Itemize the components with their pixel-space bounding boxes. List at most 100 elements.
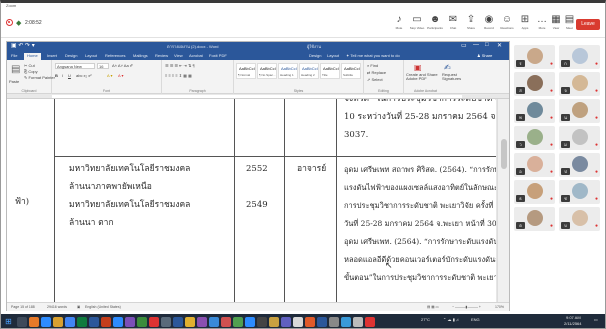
tab-references[interactable]: References	[105, 53, 125, 58]
taskbar-app-icon[interactable]	[233, 317, 243, 327]
font-color-icon[interactable]: A ▾	[118, 73, 124, 78]
font-size-select[interactable]: 16	[97, 63, 109, 69]
taskbar-app-icon[interactable]	[281, 317, 291, 327]
align-icons[interactable]: ≡ ≡ ≡ ≡ ⇕ ▦ ▦	[165, 73, 192, 78]
powerpoint-icon[interactable]	[101, 317, 111, 327]
tab-mailings[interactable]: Mailings	[133, 53, 148, 58]
view-mode-icons[interactable]: ▤ ▦ ▭	[427, 305, 439, 309]
tab-table-layout[interactable]: Layout	[327, 53, 339, 58]
taskbar-app-icon[interactable]	[29, 317, 39, 327]
share-button[interactable]: ♟ Share	[477, 53, 492, 58]
tell-me-search[interactable]: ✦ Tell me what you want to do	[346, 53, 400, 58]
select-button[interactable]: ➚ Select	[367, 77, 383, 82]
strikethrough-button[interactable]: abc x₂ x²	[76, 73, 92, 78]
tab-review[interactable]: Review	[155, 53, 168, 58]
leave-button[interactable]: Leave	[576, 19, 600, 30]
tab-file[interactable]: File	[11, 53, 17, 58]
taskbar-app-icon[interactable]	[125, 317, 135, 327]
taskbar-app-icon[interactable]	[221, 317, 231, 327]
tab-insert[interactable]: Insert	[47, 53, 57, 58]
underline-button[interactable]: U	[68, 73, 71, 78]
participant-tile[interactable]: ส ●	[514, 72, 555, 96]
participant-tile[interactable]: ต ●	[514, 207, 555, 231]
participant-tile[interactable]: พ ●	[514, 99, 555, 123]
taskbar-app-icon[interactable]	[353, 317, 363, 327]
chrome-icon[interactable]	[65, 317, 75, 327]
taskbar-app-icon[interactable]	[365, 317, 375, 327]
paste-icon[interactable]: ▤	[11, 64, 20, 75]
document-page[interactable]: จังหวัด “ในการประชุมวิชาการระดับชาติ ครั…	[7, 99, 496, 302]
clock-time[interactable]: 9:07 AM	[566, 315, 581, 320]
tab-foxit-pdf[interactable]: Foxit PDF	[209, 53, 227, 58]
participant-tile[interactable]: ร ●	[514, 45, 555, 69]
taskbar-app-icon[interactable]	[329, 317, 339, 327]
excel-icon[interactable]	[77, 317, 87, 327]
clock-date[interactable]: 2/11/2564	[564, 321, 582, 326]
taskbar-app-icon[interactable]	[245, 317, 255, 327]
minimize-icon[interactable]: —	[473, 42, 479, 48]
zoom-slider[interactable]: − ———▮——— +	[452, 305, 481, 309]
word-icon[interactable]	[89, 317, 99, 327]
tab-home[interactable]: Home	[24, 53, 41, 60]
paste-button[interactable]: Paste	[9, 79, 19, 84]
page-count[interactable]: Page 15 of 188	[11, 305, 35, 309]
taskbar-app-icon[interactable]	[161, 317, 171, 327]
participant-tile[interactable]: ธ ●	[514, 180, 555, 204]
font-size-grow-icon[interactable]: A˄ A˅ Aa ✐	[112, 63, 133, 68]
tab-acrobat[interactable]: Acrobat	[189, 53, 203, 58]
italic-button[interactable]: I	[62, 73, 63, 78]
pdf-icon[interactable]	[149, 317, 159, 327]
cut-button[interactable]: ✂ Cut	[24, 63, 35, 68]
participant-tile[interactable]: อ ●	[514, 153, 555, 177]
highlight-color-icon[interactable]: A ▾	[107, 73, 113, 78]
language-indicator[interactable]: English (United States)	[85, 305, 121, 309]
folder-icon[interactable]	[53, 317, 63, 327]
request-signatures-button[interactable]: Request Signatures	[442, 73, 468, 81]
quick-access-toolbar[interactable]: ▣ ↶ ↷ ▾	[11, 42, 35, 49]
style-title[interactable]: AaBbCcI Title	[320, 63, 340, 79]
windows-start-icon[interactable]: ⊞	[5, 317, 12, 326]
close-icon[interactable]: ✕	[497, 42, 502, 49]
style-no-spacing[interactable]: AaBbCcI ¶ No Spac...	[257, 63, 277, 79]
taskbar-app-icon[interactable]	[257, 317, 267, 327]
taskbar-app-icon[interactable]	[305, 317, 315, 327]
taskbar-app-icon[interactable]	[41, 317, 51, 327]
participant-tile[interactable]: ม ●	[559, 126, 600, 150]
participant-tile[interactable]: ก ●	[559, 45, 600, 69]
taskbar-app-icon[interactable]	[317, 317, 327, 327]
zoom-level[interactable]: 170%	[495, 305, 504, 309]
bullets-icon[interactable]: ☰ ☰ ☰ ⇤ ⇥ ⇅ ¶	[165, 63, 195, 68]
language-indicator[interactable]: ENG	[471, 317, 480, 322]
tab-layout[interactable]: Layout	[85, 53, 97, 58]
style-heading-2[interactable]: AaBbCcI Heading 2	[299, 63, 319, 79]
bold-button[interactable]: B	[55, 73, 58, 78]
create-share-pdf-button[interactable]: Create and Share Adobe PDF	[406, 73, 440, 81]
search-icon[interactable]	[17, 317, 27, 327]
taskbar-app-icon[interactable]	[341, 317, 351, 327]
zoom-icon[interactable]	[113, 317, 123, 327]
word-icon[interactable]	[173, 317, 183, 327]
line-icon[interactable]	[137, 317, 147, 327]
taskbar-app-icon[interactable]	[293, 317, 303, 327]
scrollbar-thumb[interactable]	[501, 139, 507, 169]
view-button[interactable]: ▦ View	[549, 14, 563, 36]
maximize-icon[interactable]: □	[485, 42, 489, 48]
tab-table-design[interactable]: Design	[309, 53, 321, 58]
format-painter-button[interactable]: ✎ Format Painter	[24, 75, 55, 80]
tab-design[interactable]: Design	[65, 53, 77, 58]
ribbon-options-icon[interactable]: ▭	[461, 42, 467, 49]
find-button[interactable]: ⌕ Find	[367, 63, 378, 68]
copy-button[interactable]: ⎘ Copy	[24, 69, 38, 74]
style-subtitle[interactable]: AaBbCcI Subtitle	[341, 63, 361, 79]
taskbar-app-icon[interactable]	[197, 317, 207, 327]
word-count[interactable]: 29416 words	[47, 305, 67, 309]
participant-tile[interactable]: ช ●	[559, 180, 600, 204]
taskbar-app-icon[interactable]	[209, 317, 219, 327]
participant-tile[interactable]: ป ●	[559, 153, 600, 177]
participant-tile[interactable]: บ ●	[559, 207, 600, 231]
system-tray-icons[interactable]: ⌃ ☁ ▮ ♫	[443, 317, 459, 322]
vertical-scrollbar[interactable]	[497, 99, 509, 302]
taskbar-app-icon[interactable]	[185, 317, 195, 327]
taskbar-app-icon[interactable]	[269, 317, 279, 327]
notification-icon[interactable]: ▭	[594, 317, 598, 322]
